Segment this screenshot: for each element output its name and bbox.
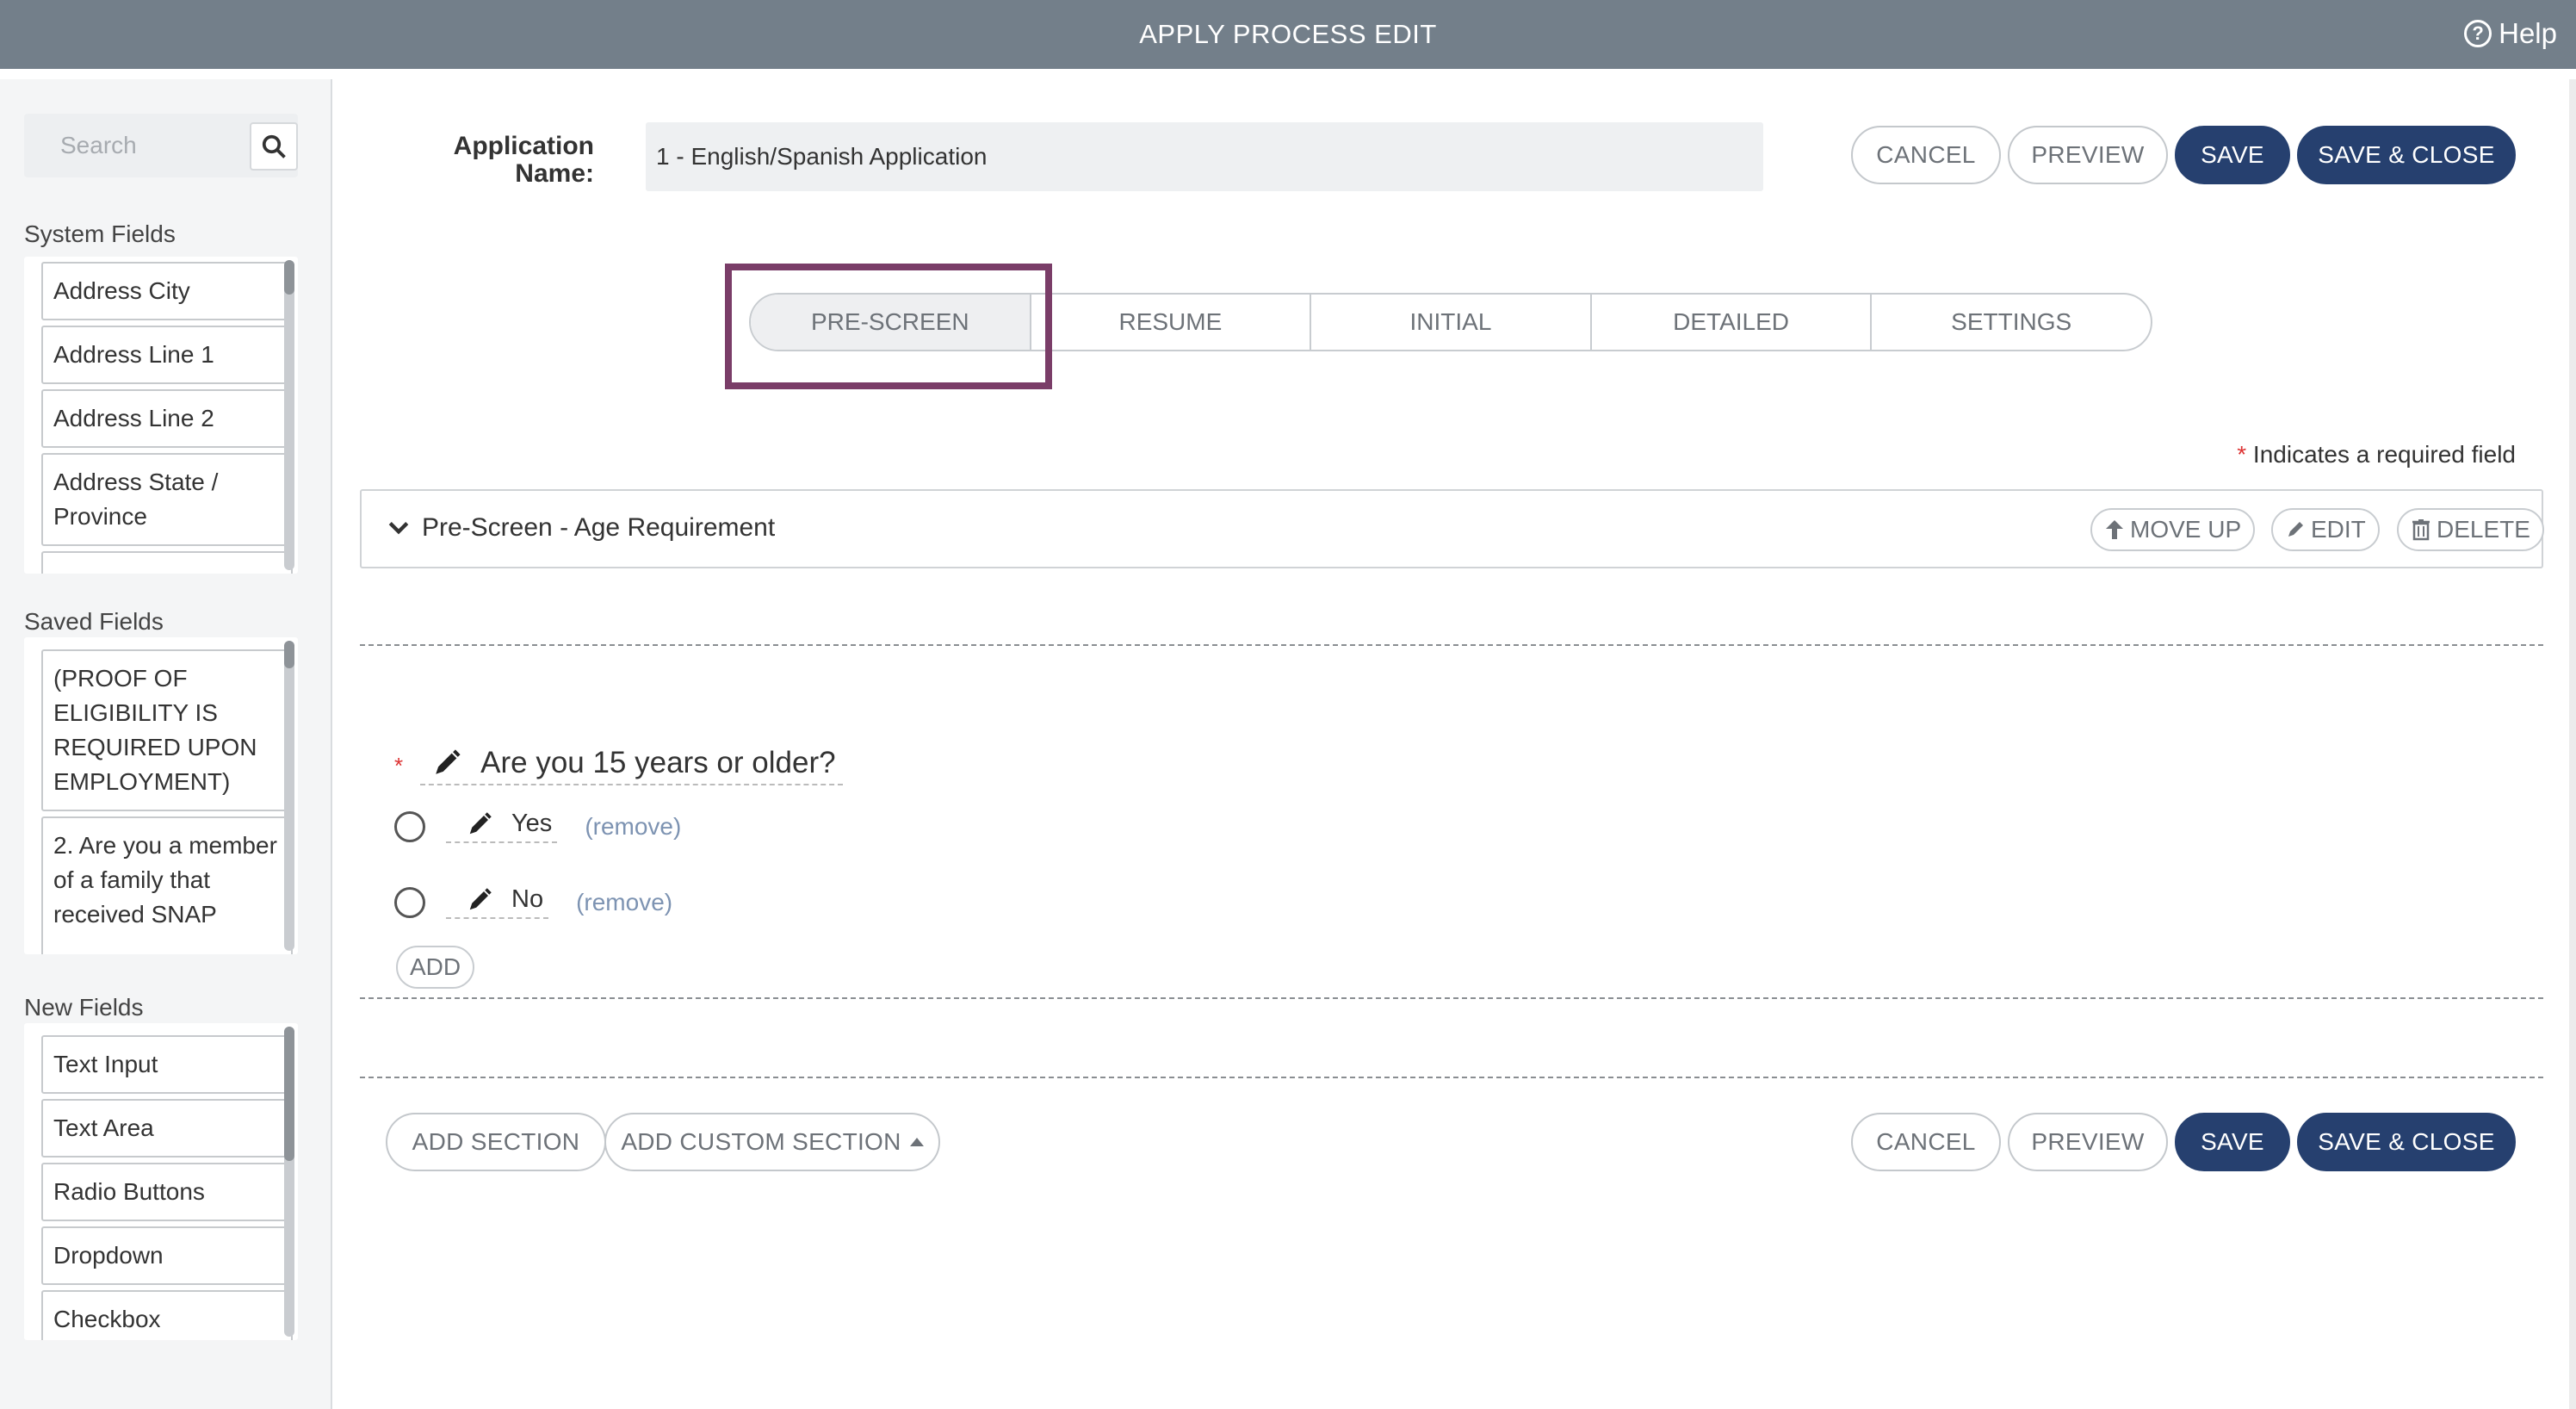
- system-fields-title: System Fields: [24, 220, 176, 247]
- field-item[interactable]: 2. Are you a member of a family that rec…: [41, 816, 293, 954]
- field-item[interactable]: Address Line 2: [41, 389, 293, 448]
- field-item[interactable]: Text Input: [41, 1035, 293, 1094]
- question-circle-icon: ?: [2464, 20, 2492, 47]
- tab-detailed[interactable]: DETAILED: [1592, 295, 1873, 350]
- tab-resume[interactable]: RESUME: [1031, 295, 1312, 350]
- remove-option-link[interactable]: (remove): [576, 889, 672, 916]
- scrollbar-thumb[interactable]: [284, 260, 294, 295]
- edit-button[interactable]: EDIT: [2271, 508, 2380, 551]
- required-note-text: Indicates a required field: [2252, 441, 2516, 468]
- field-item[interactable]: Address City: [41, 262, 293, 320]
- page-title: APPLY PROCESS EDIT: [1139, 19, 1437, 49]
- tab-highlight-box: [725, 264, 1052, 389]
- preview-button[interactable]: PREVIEW: [2008, 126, 2168, 184]
- section-title: Pre-Screen - Age Requirement: [422, 513, 776, 542]
- scrollbar[interactable]: [284, 260, 294, 570]
- add-option-button[interactable]: ADD: [396, 946, 475, 989]
- arrow-up-icon: [2106, 520, 2123, 539]
- option-label: Yes: [511, 810, 553, 837]
- radio-yes[interactable]: [394, 810, 425, 842]
- save-button[interactable]: SAVE: [2175, 126, 2290, 184]
- search-box: [24, 114, 298, 177]
- saved-fields-list: (PROOF OF ELIGIBILITY IS REQUIRED UPON E…: [24, 637, 298, 954]
- cancel-button[interactable]: CANCEL: [1851, 126, 2001, 184]
- app-name-input[interactable]: [646, 122, 1763, 191]
- radio-no[interactable]: [394, 886, 425, 918]
- move-up-button[interactable]: MOVE UP: [2090, 508, 2256, 551]
- pencil-icon[interactable]: [467, 887, 492, 913]
- question-text-editable[interactable]: Are you 15 years or older?: [420, 746, 843, 785]
- option-yes: Yes (remove): [394, 810, 681, 843]
- question: * Are you 15 years or older?: [394, 746, 843, 785]
- option-label-editable[interactable]: Yes: [446, 810, 558, 843]
- add-custom-section-button[interactable]: ADD CUSTOM SECTION: [604, 1113, 940, 1171]
- edit-label: EDIT: [2311, 516, 2366, 543]
- field-item[interactable]: [41, 551, 293, 574]
- move-up-label: MOVE UP: [2130, 516, 2242, 543]
- trash-icon: [2412, 519, 2430, 541]
- scrollbar[interactable]: [284, 641, 294, 951]
- remove-option-link[interactable]: (remove): [585, 813, 681, 841]
- add-section-button[interactable]: ADD SECTION: [386, 1113, 606, 1171]
- new-fields-title: New Fields: [24, 994, 144, 1021]
- scrollbar[interactable]: [284, 1027, 294, 1337]
- scrollbar-thumb[interactable]: [284, 1027, 294, 1161]
- top-bar: APPLY PROCESS EDIT ? Help: [0, 0, 2576, 69]
- help-label: Help: [2499, 17, 2557, 49]
- caret-up-icon: [909, 1138, 924, 1146]
- save-close-button[interactable]: SAVE & CLOSE: [2297, 126, 2516, 184]
- help-link[interactable]: ? Help: [2464, 17, 2557, 50]
- saved-fields-title: Saved Fields: [24, 608, 164, 635]
- search-button[interactable]: [250, 122, 298, 171]
- pencil-icon[interactable]: [467, 811, 492, 837]
- option-no: No (remove): [394, 885, 672, 919]
- scrollbar-thumb[interactable]: [284, 641, 294, 668]
- chevron-down-icon: [388, 522, 409, 535]
- preview-button[interactable]: PREVIEW: [2008, 1113, 2168, 1171]
- pencil-icon[interactable]: [432, 748, 461, 778]
- save-button[interactable]: SAVE: [2175, 1113, 2290, 1171]
- search-icon: [262, 134, 286, 158]
- option-label: No: [511, 885, 544, 913]
- field-item[interactable]: Text Area: [41, 1099, 293, 1158]
- field-item[interactable]: Address State / Province: [41, 453, 293, 546]
- divider: [360, 644, 2543, 646]
- field-item[interactable]: (PROOF OF ELIGIBILITY IS REQUIRED UPON E…: [41, 649, 293, 811]
- required-star: *: [394, 752, 404, 779]
- delete-button[interactable]: DELETE: [2397, 508, 2544, 551]
- divider: [360, 997, 2543, 999]
- tab-settings[interactable]: SETTINGS: [1872, 295, 2151, 350]
- tab-initial[interactable]: INITIAL: [1311, 295, 1592, 350]
- required-star: *: [2237, 441, 2247, 468]
- option-label-editable[interactable]: No: [446, 885, 549, 919]
- divider: [360, 1077, 2543, 1078]
- sidebar: System Fields Address City Address Line …: [0, 79, 332, 1409]
- add-custom-section-label: ADD CUSTOM SECTION: [621, 1128, 901, 1155]
- field-item[interactable]: Dropdown: [41, 1226, 293, 1285]
- pencil-icon: [2288, 522, 2303, 537]
- system-fields-list: Address City Address Line 1 Address Line…: [24, 257, 298, 574]
- field-item[interactable]: Checkbox: [41, 1290, 293, 1340]
- field-item[interactable]: Radio Buttons: [41, 1163, 293, 1221]
- save-close-button[interactable]: SAVE & CLOSE: [2297, 1113, 2516, 1171]
- app-name-label: Application Name:: [453, 132, 594, 188]
- question-text: Are you 15 years or older?: [480, 746, 836, 779]
- delete-label: DELETE: [2437, 516, 2530, 543]
- section-toggle[interactable]: Pre-Screen - Age Requirement: [387, 513, 775, 543]
- section-header: Pre-Screen - Age Requirement MOVE UP EDI…: [360, 489, 2544, 568]
- field-item[interactable]: Address Line 1: [41, 326, 293, 384]
- new-fields-list: Text Input Text Area Radio Buttons Dropd…: [24, 1023, 298, 1340]
- required-note: * Indicates a required field: [2237, 441, 2516, 469]
- page-scrollbar[interactable]: [2569, 79, 2576, 1409]
- cancel-button[interactable]: CANCEL: [1851, 1113, 2001, 1171]
- search-input[interactable]: [24, 114, 248, 177]
